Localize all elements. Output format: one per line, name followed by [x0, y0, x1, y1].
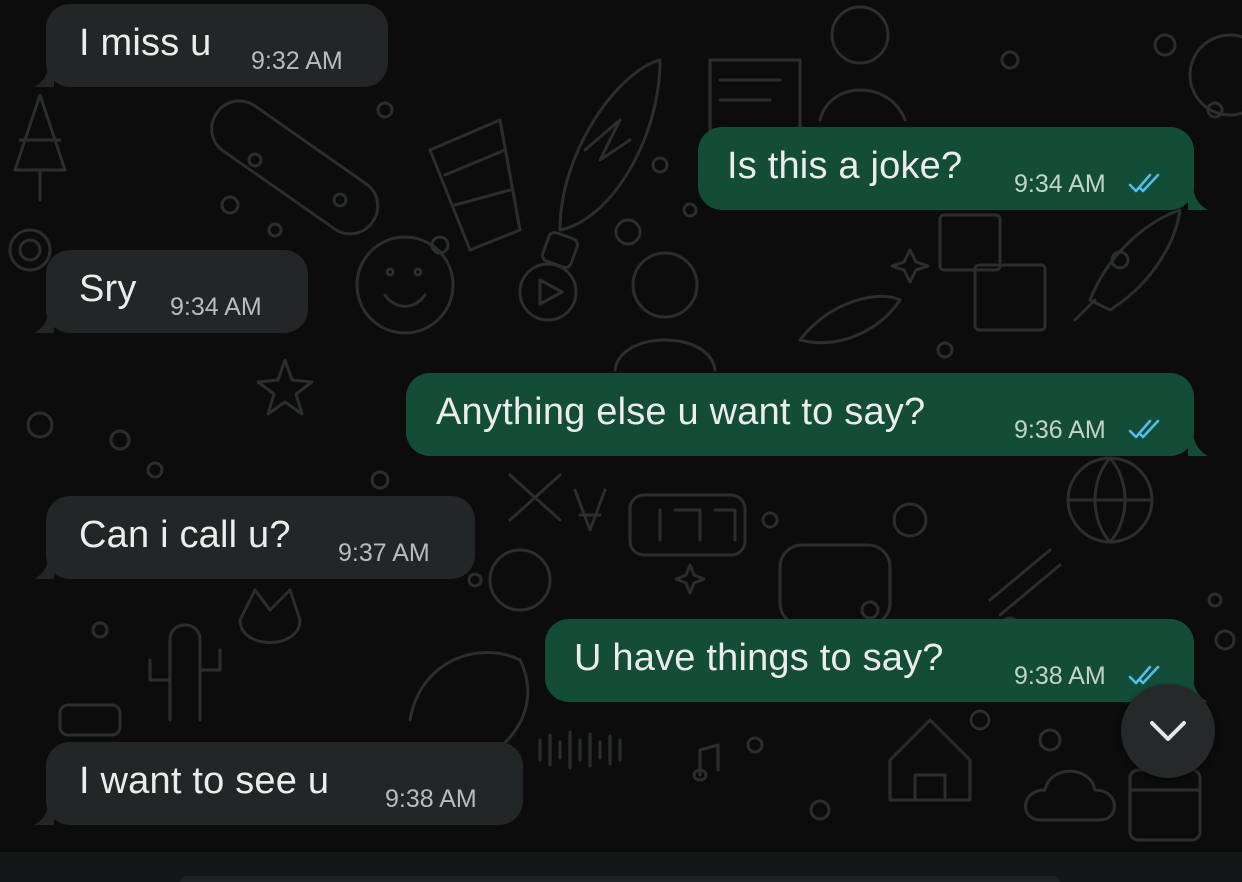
message-time: 9:37 AM — [338, 539, 430, 567]
chat-view: I miss u 9:32 AM Is this a joke? 9:34 AM… — [0, 0, 1242, 882]
outgoing-message[interactable]: Is this a joke? 9:34 AM — [698, 127, 1208, 210]
read-receipt-icon — [1128, 173, 1160, 193]
bubble-tail — [1188, 423, 1208, 456]
incoming-message[interactable]: Can i call u? 9:37 AM — [34, 496, 475, 579]
outgoing-message[interactable]: Anything else u want to say? 9:36 AM — [406, 373, 1208, 456]
message-text: Anything else u want to say? — [436, 391, 926, 433]
message-text: I want to see u — [79, 760, 330, 802]
message-text: Sry — [79, 268, 137, 310]
bubble-tail — [34, 54, 54, 87]
read-receipt-icon — [1128, 665, 1160, 685]
bubble-tail — [34, 546, 54, 579]
message-text: Can i call u? — [79, 514, 291, 556]
message-text: Is this a joke? — [727, 145, 963, 187]
message-time: 9:34 AM — [170, 293, 262, 321]
message-time: 9:34 AM — [1014, 170, 1106, 198]
message-text: I miss u — [79, 22, 212, 64]
incoming-message[interactable]: I miss u 9:32 AM — [34, 4, 388, 87]
bubble-tail — [34, 300, 54, 333]
bubble-tail — [1188, 177, 1208, 210]
incoming-message[interactable]: Sry 9:34 AM — [34, 250, 308, 333]
message-time: 9:38 AM — [385, 785, 477, 813]
incoming-message[interactable]: I want to see u 9:38 AM — [34, 742, 523, 825]
read-receipt-icon — [1128, 419, 1160, 439]
bubble-tail — [34, 792, 54, 825]
message-time: 9:32 AM — [251, 47, 343, 75]
message-text: U have things to say? — [574, 637, 944, 679]
message-time: 9:36 AM — [1014, 416, 1106, 444]
outgoing-message[interactable]: U have things to say? 9:38 AM — [545, 619, 1208, 702]
chevron-down-icon — [1150, 721, 1186, 741]
message-time: 9:38 AM — [1014, 662, 1106, 690]
scroll-to-bottom-button[interactable] — [1121, 684, 1215, 778]
composer-input-edge[interactable] — [180, 876, 1060, 882]
